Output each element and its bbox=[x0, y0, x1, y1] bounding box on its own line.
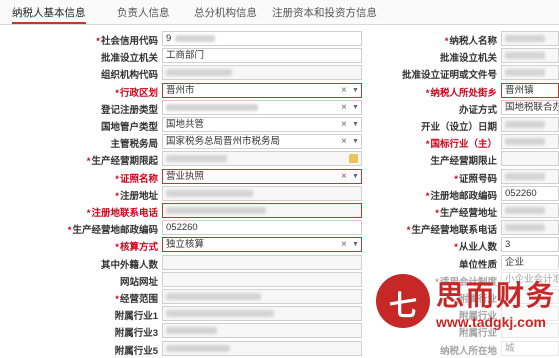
field-label-text: 生产经营期限止 bbox=[430, 156, 497, 168]
field-value: 晋州镇 bbox=[505, 84, 534, 96]
field-label-text: 国标行业（主） bbox=[430, 139, 497, 151]
input-field[interactable]: 晋州镇 bbox=[501, 82, 559, 98]
field-label: *国标行业（主） bbox=[426, 136, 497, 150]
right-field-row: *从业人数 3 bbox=[0, 236, 559, 254]
right-field-row: 办证方式 国地税联合办 bbox=[0, 99, 559, 117]
input-field[interactable]: 3 bbox=[501, 237, 559, 253]
field-label-text: 开业（设立）日期 bbox=[420, 122, 497, 133]
right-field-row: *国标行业（主） bbox=[0, 133, 559, 151]
field-label-text: 批准设立机关 bbox=[439, 53, 497, 65]
tab-branch-info[interactable]: 总分机构信息 bbox=[194, 0, 257, 24]
input-field[interactable] bbox=[501, 117, 559, 132]
field-label: 办证方式 bbox=[459, 102, 497, 116]
input-field[interactable] bbox=[501, 31, 559, 46]
required-mark: * bbox=[435, 208, 439, 219]
tab-responsible-person[interactable]: 负责人信息 bbox=[117, 0, 170, 24]
redacted-value bbox=[505, 52, 545, 60]
input-field[interactable]: 国地税联合办 bbox=[501, 99, 559, 115]
right-field-row: 生产经营期限止 bbox=[0, 150, 559, 168]
input-field[interactable] bbox=[501, 168, 559, 184]
input-field[interactable] bbox=[501, 65, 559, 81]
redacted-value bbox=[505, 172, 545, 180]
right-field-row: 开业（设立）日期 bbox=[0, 116, 559, 134]
right-field-row: *证照号码 bbox=[0, 168, 559, 186]
input-field[interactable] bbox=[501, 203, 559, 218]
field-label-text: 注册地邮政编码 bbox=[430, 190, 497, 202]
field-value: 国地税联合办 bbox=[505, 101, 559, 113]
input-field[interactable] bbox=[501, 48, 559, 64]
field-label: 开业（设立）日期 bbox=[421, 119, 497, 133]
right-field-row: *纳税人所处街乡 晋州镇 bbox=[0, 82, 559, 100]
redacted-value bbox=[505, 138, 545, 146]
redacted-value bbox=[505, 207, 545, 214]
field-label-text: 从业人数 bbox=[458, 242, 497, 254]
field-label: *纳税人所处街乡 bbox=[426, 85, 497, 99]
input-field[interactable] bbox=[501, 220, 559, 236]
field-label-text: 生产经营地址 bbox=[439, 208, 497, 219]
input-field[interactable] bbox=[501, 151, 559, 167]
field-label: *生产经营地联系电话 bbox=[407, 222, 497, 236]
field-label-text: 证照号码 bbox=[458, 173, 497, 185]
redacted-value bbox=[505, 224, 545, 232]
input-field[interactable] bbox=[501, 134, 559, 150]
field-label: *从业人数 bbox=[454, 239, 497, 253]
redacted-value bbox=[505, 69, 545, 77]
right-field-row: *纳税人名称 bbox=[0, 30, 559, 48]
required-mark: * bbox=[454, 242, 458, 254]
required-mark: * bbox=[425, 190, 430, 202]
field-label-text: 生产经营地联系电话 bbox=[411, 225, 497, 237]
required-mark: * bbox=[454, 173, 458, 185]
required-mark: * bbox=[425, 139, 430, 151]
watermark: 七 思而财务 www.tadgkj.com bbox=[370, 268, 559, 358]
field-label-text: 纳税人所处街乡 bbox=[430, 87, 497, 99]
field-value: 052260 bbox=[505, 187, 537, 199]
field-label: 批准设立证明或文件号 bbox=[402, 67, 497, 81]
field-label: *纳税人名称 bbox=[445, 33, 497, 47]
field-label: 生产经营期限止 bbox=[430, 153, 497, 167]
required-mark: * bbox=[425, 87, 430, 99]
tab-bar: 纳税人基本信息 负责人信息 总分机构信息 注册资本和投资方信息 bbox=[0, 0, 559, 25]
watermark-url: www.tadgkj.com bbox=[436, 314, 546, 330]
watermark-name: 思而财务 bbox=[436, 280, 557, 311]
field-label: 批准设立机关 bbox=[440, 50, 497, 64]
watermark-logo: 七 bbox=[376, 274, 430, 328]
tab-capital-investors[interactable]: 注册资本和投资方信息 bbox=[272, 0, 377, 24]
field-value: 3 bbox=[505, 239, 511, 251]
right-field-row: *生产经营地联系电话 bbox=[0, 219, 559, 237]
right-field-row: *注册地邮政编码 052260 bbox=[0, 185, 559, 203]
right-field-row: 批准设立证明或文件号 bbox=[0, 64, 559, 82]
tab-basic-info[interactable]: 纳税人基本信息 bbox=[12, 0, 86, 24]
field-label-text: 批准设立证明或文件号 bbox=[401, 70, 497, 82]
required-mark: * bbox=[406, 225, 411, 237]
field-value: 企业 bbox=[505, 256, 525, 268]
field-label-text: 办证方式 bbox=[458, 104, 497, 116]
right-field-row: *生产经营地址 bbox=[0, 202, 559, 220]
right-field-row: 批准设立机关 bbox=[0, 47, 559, 65]
field-label-text: 纳税人名称 bbox=[449, 36, 497, 47]
input-field[interactable]: 052260 bbox=[501, 185, 559, 201]
redacted-value bbox=[505, 35, 545, 42]
field-label: *生产经营地址 bbox=[435, 205, 497, 219]
required-mark: * bbox=[444, 36, 449, 47]
field-label: *证照号码 bbox=[454, 171, 497, 185]
field-label: *注册地邮政编码 bbox=[426, 188, 497, 202]
redacted-value bbox=[505, 121, 545, 128]
